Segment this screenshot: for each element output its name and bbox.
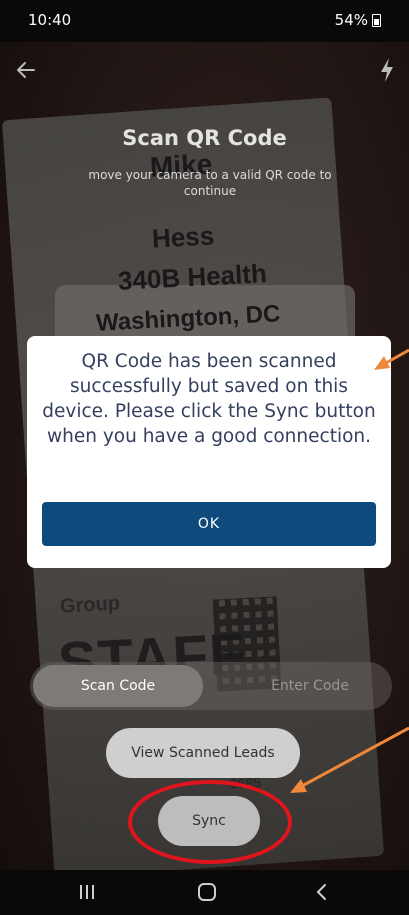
flash-icon	[381, 58, 393, 82]
recent-apps-button[interactable]	[67, 876, 107, 908]
page-subtitle: move your camera to a valid QR code to c…	[88, 168, 332, 198]
home-icon	[198, 883, 216, 901]
scanner-screen: 10:40 54% Mike Hess 340B Health Washingt…	[0, 0, 409, 915]
battery-icon	[372, 13, 381, 27]
badge-last-name: Hess	[151, 220, 215, 254]
ok-button[interactable]: OK	[42, 502, 376, 546]
dialog-message: QR Code has been scanned successfully bu…	[42, 351, 376, 447]
scan-code-tab[interactable]: Scan Code	[33, 665, 203, 707]
status-right: 54%	[335, 11, 381, 29]
arrow-left-icon	[17, 62, 35, 78]
recent-apps-icon	[80, 885, 94, 899]
system-nav-bar	[0, 870, 409, 915]
battery-percent: 54%	[334, 11, 368, 29]
nav-back-icon	[316, 884, 326, 900]
scan-success-dialog: QR Code has been scanned successfully bu…	[27, 336, 391, 568]
nav-back-button[interactable]	[302, 876, 342, 908]
page-title: Scan QR Code	[122, 126, 287, 150]
mode-toggle: Scan Code Enter Code	[30, 662, 392, 710]
annotation-circle	[128, 780, 292, 864]
view-scanned-leads-button[interactable]: View Scanned Leads	[106, 728, 300, 778]
status-bar: 10:40 54%	[0, 0, 409, 42]
badge-group-label: Group	[59, 592, 121, 618]
enter-code-tab[interactable]: Enter Code	[230, 665, 390, 707]
status-time: 10:40	[28, 11, 72, 29]
flash-button[interactable]	[377, 56, 397, 84]
home-button[interactable]	[187, 876, 227, 908]
back-button[interactable]	[14, 58, 38, 82]
